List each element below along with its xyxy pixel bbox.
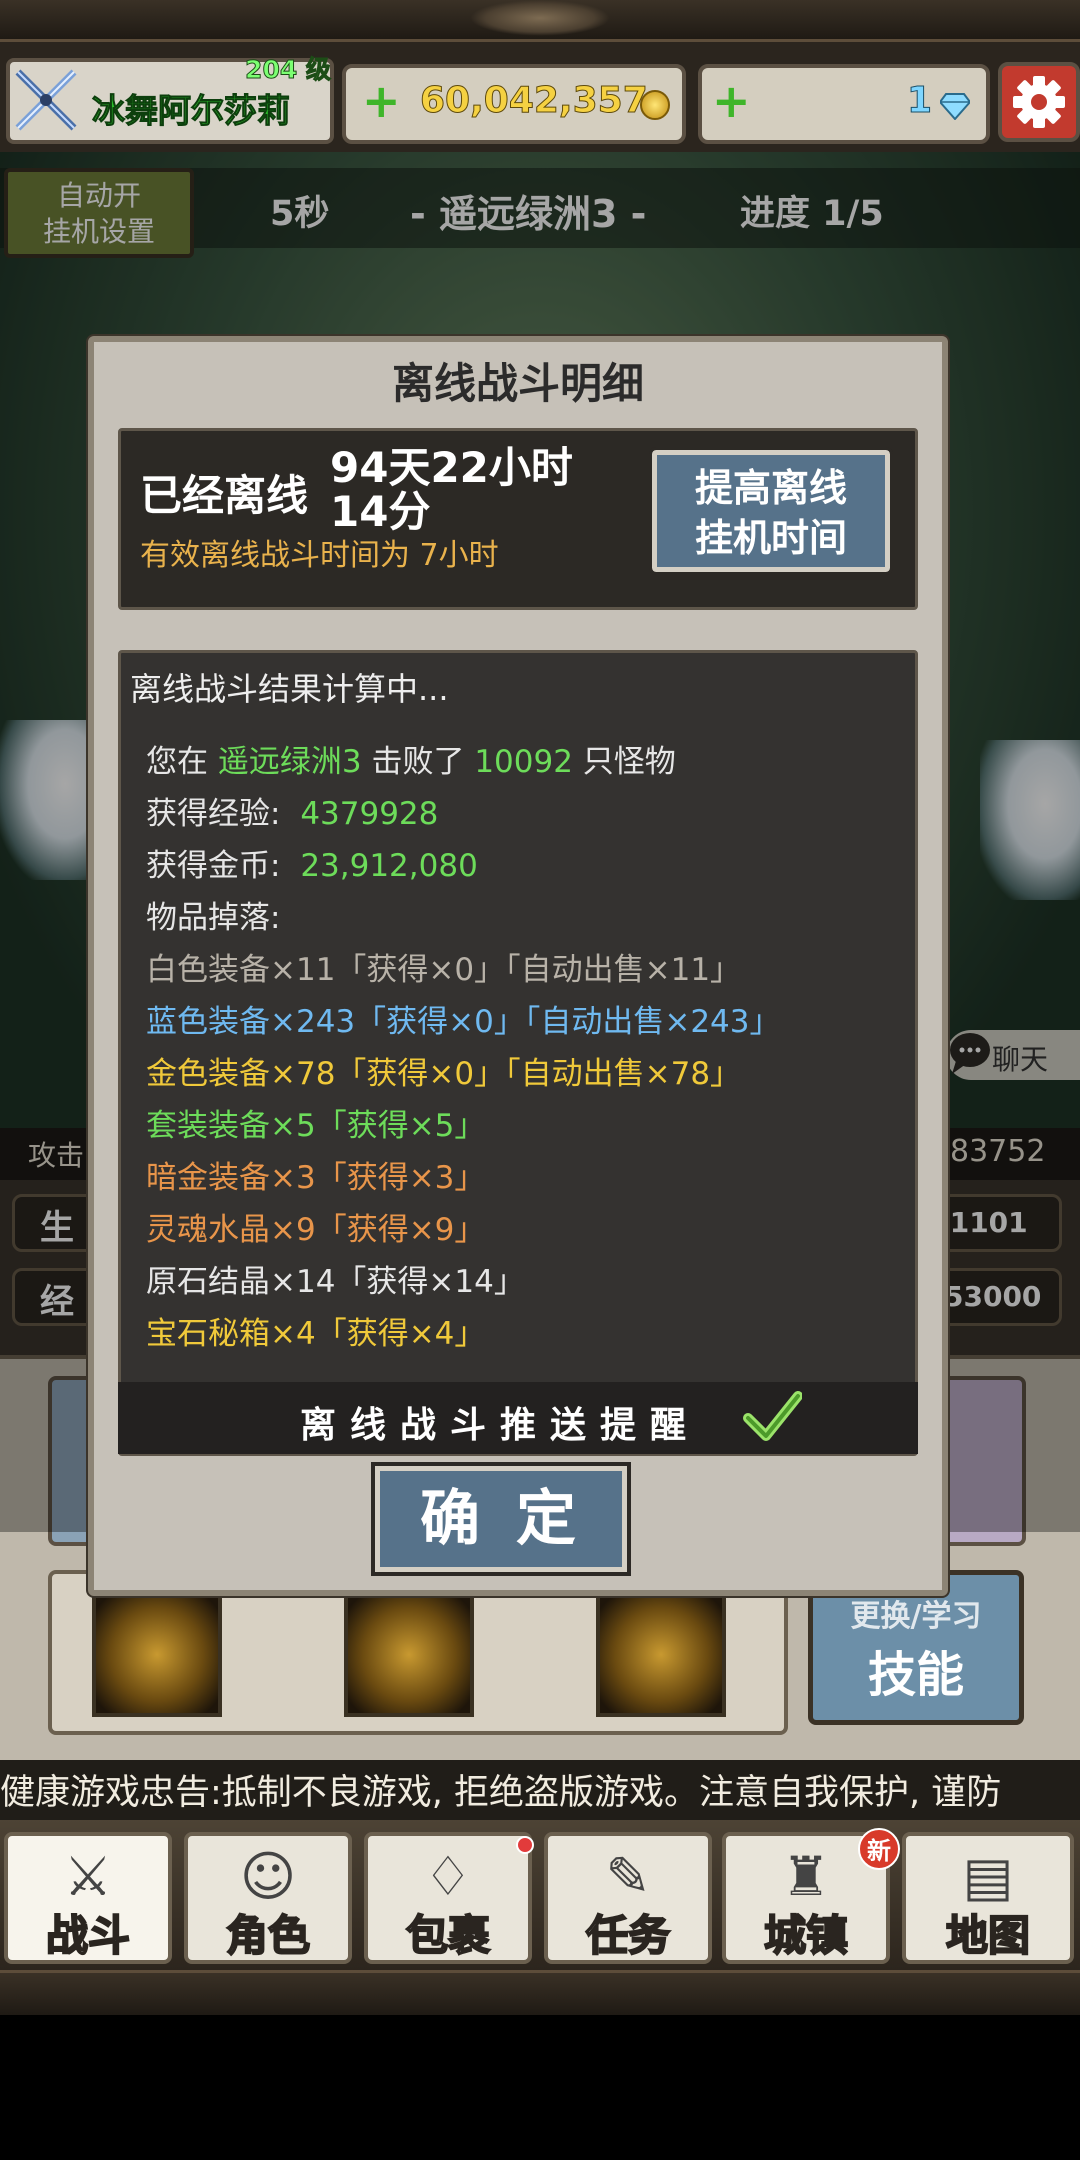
exp-gain-label: 获得经验: [146,796,281,832]
drop-item: 白色装备×11「获得×0」「自动出售×11」 [146,952,742,988]
nav-character[interactable]: ☺ 角色 [184,1832,352,1964]
top-frame [0,0,1080,42]
map-icon: ▤ [962,1845,1014,1908]
settings-button[interactable] [998,62,1080,142]
raise-label-line2: 挂机时间 [694,516,847,560]
character-icon: ☺ [239,1845,297,1908]
nav-label: 角色 [225,1911,311,1960]
offline-label: 已经离线 [140,471,309,520]
defeat-line: 您在 遥远绿洲3 击败了 10092 只怪物 [146,736,676,781]
nav-label: 城镇 [763,1911,849,1960]
drop-item: 原石结晶×14「获得×14」 [146,1264,525,1300]
bottom-frame [0,1970,1080,2015]
player-name: 冰舞阿尔莎莉 [92,91,291,131]
quest-icon: ✎ [605,1845,651,1908]
dialog-title: 离线战斗明细 [391,359,644,408]
drop-item: 宝石秘箱×4「获得×4」 [146,1316,486,1352]
raise-offline-time-button[interactable]: 提高离线 挂机时间 [649,447,893,575]
drop-item: 蓝色装备×243「获得×0」「自动出售×243」 [146,1004,781,1040]
drop-item: 暗金装备×3「获得×3」 [146,1160,486,1196]
defeat-mid: 击败了 [371,744,465,780]
notification-dot [516,1836,534,1854]
offline-duration: 94天22小时14分 [330,443,573,536]
sword-icon: ⚔ [63,1845,113,1908]
exp-gain-value: 4379928 [300,796,439,832]
skill-icon[interactable] [596,1592,726,1717]
gem-amount: 1 [906,80,932,122]
change-skill-label: 技能 [867,1647,964,1703]
coin-icon [640,90,670,120]
defeat-prefix: 您在 [146,744,208,780]
nav-label: 任务 [585,1911,671,1960]
player-level: 204 级 [245,55,332,85]
effective-offline-note: 有效离线战斗时间为 7小时 [140,538,499,573]
crossed-swords-icon [15,69,77,131]
nav-map[interactable]: ▤ 地图 [902,1832,1074,1964]
add-gold-button[interactable]: + [362,78,401,124]
nav-label: 地图 [945,1911,1031,1960]
push-reminder-checkbox[interactable] [742,1386,802,1446]
raise-label-line1: 提高离线 [694,466,847,510]
gold-amount: 60,042,357 [420,80,649,122]
bag-icon: ♢ [423,1845,473,1908]
gear-icon [1013,76,1065,128]
drop-item: 金色装备×78「获得×0」「自动出售×78」 [146,1056,742,1092]
drop-item: 灵魂水晶×9「获得×9」 [146,1212,486,1248]
gold-line: 获得金币: 23,912,080 [146,840,478,885]
new-badge: 新 [858,1828,900,1870]
nav-battle[interactable]: ⚔ 战斗 [4,1832,172,1964]
skill-icon[interactable] [92,1592,222,1717]
health-notice-text: 健康游戏忠告:抵制不良游戏, 拒绝盗版游戏。注意自我保护, 谨防 [0,1773,1002,1813]
defeat-suffix: 只怪物 [582,744,676,780]
nav-bag[interactable]: ♢ 包裹 [364,1832,532,1964]
defeat-count: 10092 [474,744,573,780]
confirm-button[interactable]: 确定 [371,1462,631,1576]
diamond-icon [940,93,970,120]
defeat-place: 遥远绿洲3 [217,744,362,780]
bottom-blank [0,2015,1080,2160]
drop-item: 套装装备×5「获得×5」 [146,1108,486,1144]
push-reminder-label: 离线战斗推送提醒 [300,1405,701,1446]
nav-label: 包裹 [405,1911,491,1960]
frame-ornament [470,0,610,36]
exp-line: 获得经验: 4379928 [146,788,438,833]
drops-label: 物品掉落: [146,900,281,936]
add-gems-button[interactable]: + [712,78,751,124]
nav-quest[interactable]: ✎ 任务 [544,1832,712,1964]
gold-gain-value: 23,912,080 [300,848,478,884]
gold-gain-label: 获得金币: [146,848,281,884]
skill-icon[interactable] [344,1592,474,1717]
nav-label: 战斗 [45,1911,131,1960]
calculating-text: 离线战斗结果计算中... [130,670,449,708]
